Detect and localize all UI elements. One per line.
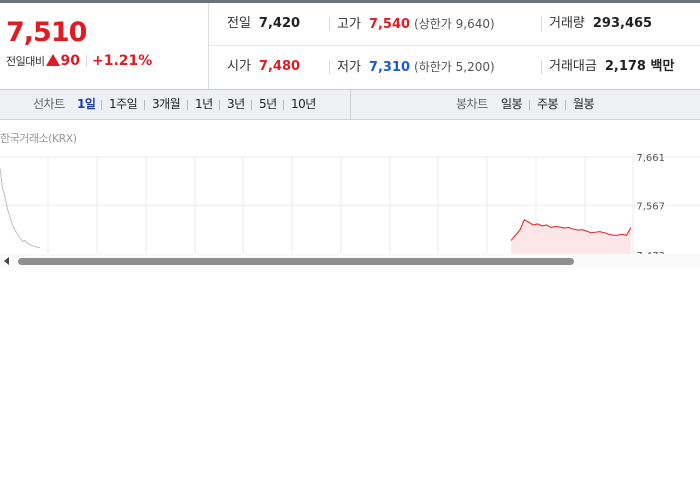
- tab-daily-candle[interactable]: 일봉: [501, 90, 523, 119]
- divider: [283, 100, 284, 110]
- line-chart-label: 선차트: [33, 97, 65, 111]
- quote-summary: 7,510 전일대비 90 +1.21% 전일 7,420 고가 7,540 (상한가 9…: [0, 3, 700, 90]
- open-price: 시가 7,480: [227, 46, 300, 88]
- low-label: 저가: [337, 60, 361, 75]
- prev-close-label: 전일: [227, 16, 251, 31]
- volume-label: 거래량: [549, 16, 585, 31]
- divider: [101, 100, 102, 110]
- volume: 거래량 293,465: [540, 3, 653, 45]
- scroll-thumb[interactable]: [18, 258, 574, 265]
- tab-1y[interactable]: 1년: [195, 90, 213, 119]
- current-price: 7,510: [6, 17, 87, 48]
- open-label: 시가: [227, 59, 251, 74]
- y-tick-label: 7,661: [636, 153, 665, 164]
- low-value: 7,310: [368, 60, 411, 75]
- low-price: 저가 7,310 (하한가 5,200): [329, 46, 495, 88]
- change-label: 전일대비: [6, 55, 45, 68]
- divider: [529, 100, 530, 110]
- trade-amount: 거래대금 2,178 백만: [540, 46, 675, 88]
- trade-amount-label: 거래대금: [549, 59, 597, 74]
- up-arrow-icon: [46, 53, 61, 66]
- high-label: 고가: [337, 17, 361, 32]
- change-rate: +1.21%: [91, 53, 153, 69]
- prev-close-value: 7,420: [258, 16, 301, 31]
- stat-row: 전일 7,420 고가 7,540 (상한가 9,640) 거래량 293,465: [209, 3, 700, 46]
- prev-close: 전일 7,420: [227, 3, 300, 45]
- scroll-left-icon[interactable]: [4, 257, 9, 265]
- volume-value: 293,465: [592, 16, 653, 31]
- y-tick-label: 7,567: [636, 202, 665, 213]
- tab-monthly-candle[interactable]: 월봉: [573, 90, 595, 119]
- chart-canvas: 7,6617,5677,472: [0, 153, 700, 268]
- stat-row: 시가 7,480 저가 7,310 (하한가 5,200) 거래대금 2,178 백만: [209, 46, 700, 88]
- tab-10y[interactable]: 10년: [291, 90, 316, 119]
- high-price: 고가 7,540 (상한가 9,640): [329, 3, 495, 45]
- tab-weekly-candle[interactable]: 주봉: [537, 90, 559, 119]
- line-chart-controls: 선차트 1일 1주일 3개월 1년 3년 5년 10년: [0, 90, 351, 119]
- change-value: 90: [60, 53, 80, 69]
- candle-chart-label: 봉차트: [456, 97, 488, 111]
- tab-1d[interactable]: 1일: [77, 90, 96, 119]
- chart-scrollbar[interactable]: [0, 254, 700, 268]
- divider: [251, 100, 252, 110]
- high-value: 7,540: [368, 17, 411, 32]
- divider: [565, 100, 566, 110]
- price-box: 7,510 전일대비 90 +1.21%: [0, 3, 209, 89]
- tab-1w[interactable]: 1주일: [109, 90, 138, 119]
- divider: [187, 100, 188, 110]
- divider: [144, 100, 145, 110]
- open-value: 7,480: [258, 59, 301, 74]
- tab-3y[interactable]: 3년: [227, 90, 245, 119]
- series-line-prior: [0, 167, 41, 249]
- lower-limit: (하한가 5,200): [414, 60, 495, 74]
- tab-3m[interactable]: 3개월: [152, 90, 181, 119]
- price-chart: 한국거래소(KRX) 7,6617,5677,472: [0, 120, 700, 268]
- change-row: 전일대비 90 +1.21%: [6, 53, 152, 71]
- tab-5y[interactable]: 5년: [259, 90, 277, 119]
- divider: [219, 100, 220, 110]
- upper-limit: (상한가 9,640): [414, 17, 495, 31]
- trade-amount-value: 2,178 백만: [604, 59, 675, 74]
- divider: [85, 55, 87, 67]
- stat-grid: 전일 7,420 고가 7,540 (상한가 9,640) 거래량 293,465 시가…: [209, 3, 700, 89]
- chart-controls: 선차트 1일 1주일 3개월 1년 3년 5년 10년 봉차트 일봉 주봉 월봉: [0, 90, 700, 120]
